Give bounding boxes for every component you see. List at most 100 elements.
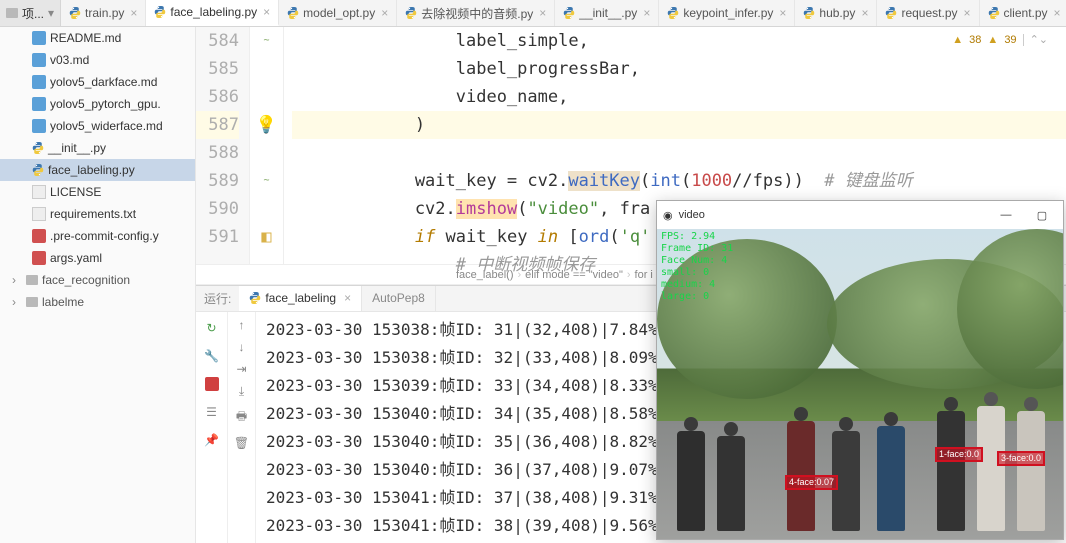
scroll-button[interactable]: ⤓	[239, 384, 244, 399]
code-line: label_progressBar,	[292, 55, 1066, 83]
face-detection-box: 4-face:0.07	[785, 475, 838, 490]
close-icon[interactable]: ×	[643, 6, 650, 20]
chevron-right-icon: ›	[12, 295, 22, 309]
tree-folder-label: face_recognition	[42, 273, 130, 287]
tree-file[interactable]: .pre-commit-config.y	[0, 225, 195, 247]
line-number: 590	[196, 195, 239, 223]
print-button[interactable]: 🖶	[236, 407, 247, 428]
tree-file[interactable]: yolov5_pytorch_gpu.	[0, 93, 195, 115]
tree-folder[interactable]: ›face_recognition	[0, 269, 195, 291]
tree-file-label: LICENSE	[50, 185, 101, 199]
wrap-button[interactable]: ⇥	[236, 362, 246, 376]
yaml-icon	[32, 229, 46, 243]
maximize-button[interactable]: ▢	[1027, 204, 1057, 226]
settings-button[interactable]: 🔧	[202, 346, 222, 366]
tab-label: train.py	[85, 6, 124, 20]
editor-tabbar: 项... ▾ train.py×face_labeling.py×model_o…	[0, 0, 1066, 27]
close-icon[interactable]: ×	[344, 291, 351, 305]
close-icon[interactable]: ×	[130, 6, 137, 20]
file-icon	[32, 185, 46, 199]
code-line: label_simple,	[292, 27, 1066, 55]
run-tab-active[interactable]: face_labeling ×	[239, 286, 362, 311]
line-number: 586	[196, 83, 239, 111]
editor-tab[interactable]: model_opt.py ×	[279, 0, 397, 26]
tree-file-label: requirements.txt	[50, 207, 136, 221]
editor-tab[interactable]: 去除视频中的音频.py ×	[397, 0, 555, 26]
editor-tab[interactable]: face_labeling.py ×	[146, 0, 279, 26]
project-selector[interactable]: 项... ▾	[0, 0, 61, 26]
run-controls: ↻ 🔧 ☰ 📌	[196, 312, 228, 543]
video-window-titlebar[interactable]: ◉ video — ▢	[657, 201, 1063, 229]
tree-file-label: .pre-commit-config.y	[50, 229, 159, 243]
run-tab-label: face_labeling	[265, 291, 336, 305]
tree-file[interactable]: args.yaml	[0, 247, 195, 269]
face-detection-box: 1-face:0.0	[935, 447, 983, 462]
close-icon[interactable]: ×	[381, 6, 388, 20]
code-line	[292, 139, 1066, 167]
close-icon[interactable]: ×	[263, 5, 270, 19]
close-icon[interactable]: ×	[1054, 6, 1061, 20]
tree-file[interactable]: README.md	[0, 27, 195, 49]
line-number-gutter: 584585586587588589590591	[196, 27, 250, 264]
tree-file-label: face_labeling.py	[48, 163, 135, 177]
up-button[interactable]: ↑	[239, 318, 245, 332]
down-button[interactable]: ↓	[239, 340, 245, 354]
line-number: 589	[196, 167, 239, 195]
tree-file[interactable]: face_labeling.py	[0, 159, 195, 181]
markdown-icon	[32, 119, 46, 133]
opencv-icon: ◉	[663, 209, 673, 222]
tab-label: keypoint_infer.py	[683, 6, 773, 20]
editor-tab[interactable]: client.py ×	[980, 0, 1066, 26]
video-window[interactable]: ◉ video — ▢ FPS: 2.94 Frame ID: 31 Face …	[656, 200, 1064, 540]
tree-file-label: v03.md	[50, 53, 89, 67]
close-icon[interactable]: ×	[964, 6, 971, 20]
video-overlay-stats: FPS: 2.94 Frame ID: 31 Face Num: 4 small…	[661, 231, 733, 303]
tree-file-label: yolov5_pytorch_gpu.	[50, 97, 161, 111]
code-line: wait_key = cv2.waitKey(int(1000//fps)) #…	[292, 167, 1066, 195]
editor-tab[interactable]: __init__.py×	[555, 0, 659, 26]
close-icon[interactable]: ×	[779, 6, 786, 20]
editor-tab[interactable]: train.py ×	[61, 0, 146, 26]
tab-label: model_opt.py	[303, 6, 375, 20]
delete-button[interactable]: 🗑	[234, 436, 249, 450]
tree-file[interactable]: yolov5_darkface.md	[0, 71, 195, 93]
minimize-button[interactable]: —	[991, 204, 1021, 226]
tree-file-label: yolov5_darkface.md	[50, 75, 157, 89]
editor-tab[interactable]: hub.py ×	[795, 0, 877, 26]
tab-label: request.py	[901, 6, 957, 20]
editor-gutter-marks: ~ 💡 ~ ◧	[250, 27, 284, 264]
editor-tab[interactable]: request.py ×	[877, 0, 979, 26]
tree-file-label: args.yaml	[50, 251, 102, 265]
layout-button[interactable]: ☰	[202, 402, 222, 422]
editor-tab[interactable]: keypoint_infer.py ×	[659, 0, 795, 26]
folder-icon	[26, 275, 38, 285]
stop-button[interactable]	[202, 374, 222, 394]
tab-label: face_labeling.py	[170, 5, 257, 19]
line-number: 591	[196, 223, 239, 251]
yaml-icon	[32, 251, 46, 265]
tab-label: client.py	[1004, 6, 1048, 20]
tree-file[interactable]: requirements.txt	[0, 203, 195, 225]
tree-folder[interactable]: ›labelme	[0, 291, 195, 313]
tab-label: hub.py	[819, 6, 855, 20]
code-line: )	[292, 111, 1066, 139]
tab-label: 去除视频中的音频.py	[421, 5, 533, 22]
line-number: 588	[196, 139, 239, 167]
run-tab-inactive[interactable]: AutoPep8	[362, 286, 436, 311]
bulb-icon[interactable]: 💡	[256, 111, 277, 139]
tree-file[interactable]: yolov5_widerface.md	[0, 115, 195, 137]
video-window-title: video	[679, 209, 705, 221]
markdown-icon	[32, 97, 46, 111]
close-icon[interactable]: ×	[539, 6, 546, 20]
tree-file[interactable]: LICENSE	[0, 181, 195, 203]
shield-icon: ◧	[261, 223, 271, 251]
run-controls-secondary: ↑ ↓ ⇥ ⤓ 🖶 🗑	[228, 312, 256, 543]
folder-icon	[26, 297, 38, 307]
rerun-button[interactable]: ↻	[202, 318, 222, 338]
pin-button[interactable]: 📌	[202, 430, 222, 450]
close-icon[interactable]: ×	[861, 6, 868, 20]
project-tree: README.md v03.md yolov5_darkface.md yolov5_…	[0, 27, 196, 543]
tree-file[interactable]: __init__.py	[0, 137, 195, 159]
tree-file[interactable]: v03.md	[0, 49, 195, 71]
markdown-icon	[32, 75, 46, 89]
